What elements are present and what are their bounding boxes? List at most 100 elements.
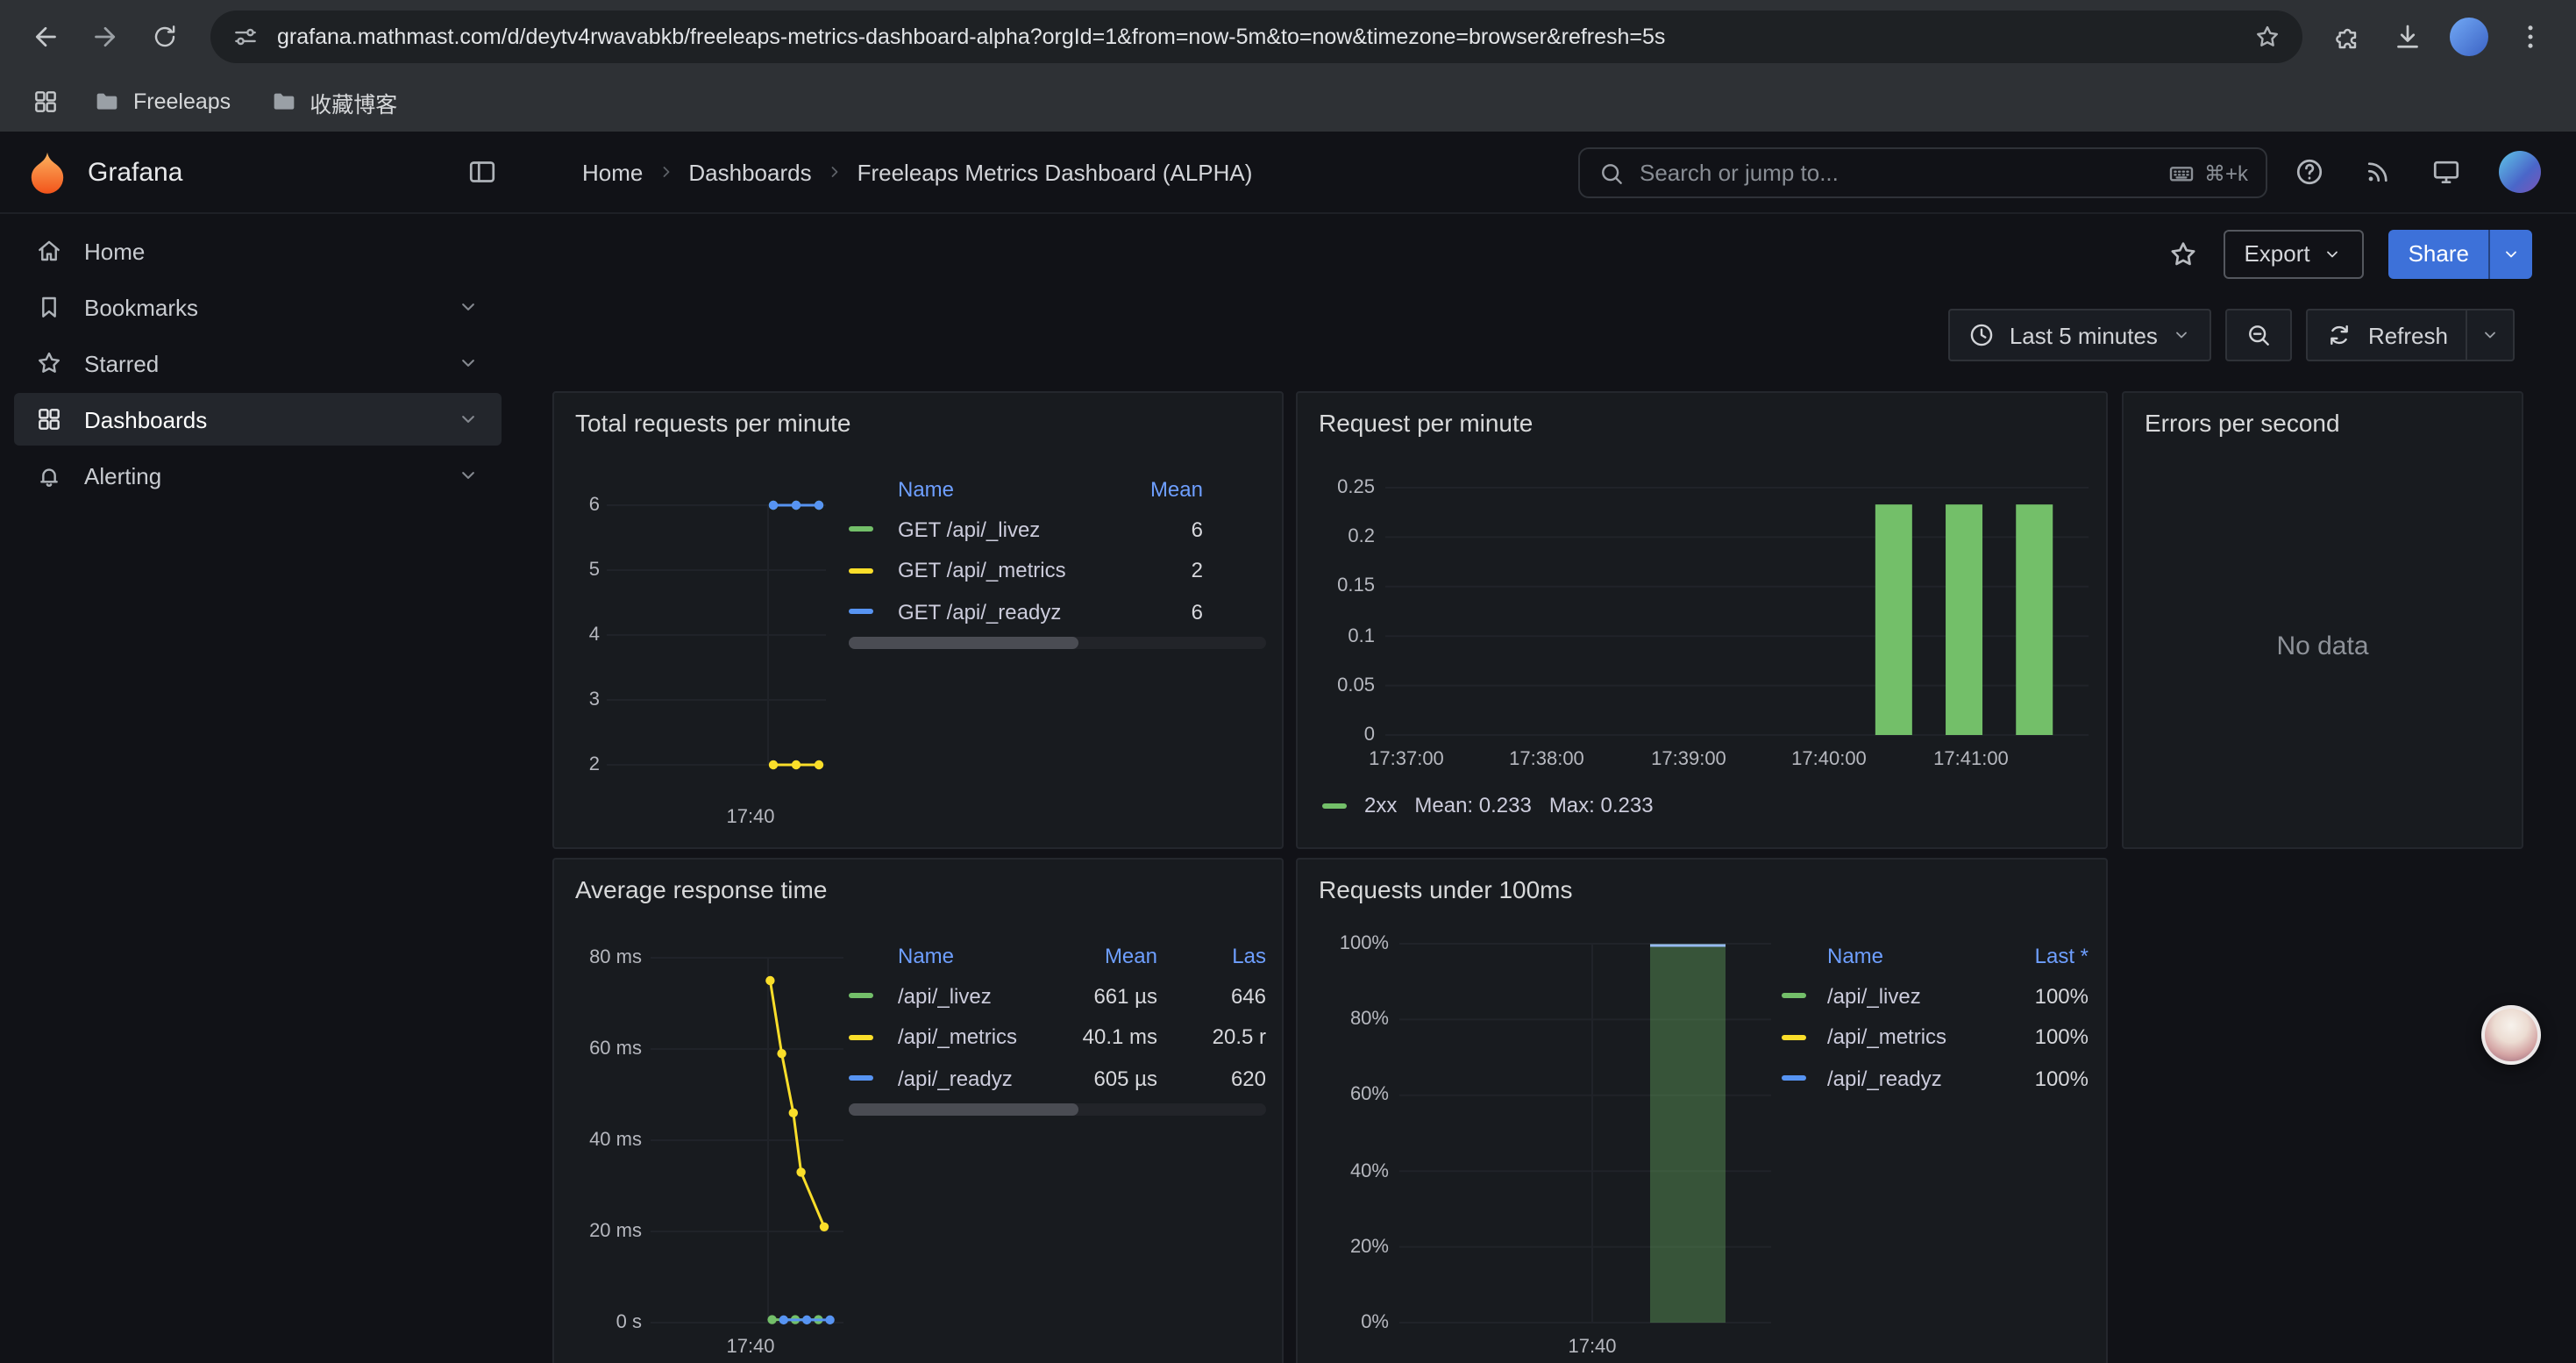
browser-toolbar: grafana.mathmast.com/d/deytv4rwavabkb/fr… [0,0,2576,72]
news-rss-icon[interactable] [2362,156,2394,188]
time-controls: Last 5 minutes Refresh [1948,309,2515,361]
legend-series-name[interactable]: GET /api/_metrics [898,559,1091,583]
search-shortcut: ⌘+k [2167,159,2248,187]
bookmark-star-icon[interactable] [2253,22,2281,50]
url-text[interactable]: grafana.mathmast.com/d/deytv4rwavabkb/fr… [277,24,2236,48]
sidebar-brand-row: Grafana [0,132,523,214]
extensions-button[interactable] [2320,8,2376,64]
puzzle-icon [2334,22,2362,50]
search-bar[interactable]: ⌘+k [1578,147,2267,198]
share-dropdown-button[interactable] [2488,229,2532,278]
chevron-right-icon [824,161,845,182]
floating-avatar[interactable] [2481,1005,2541,1065]
browser-profile-avatar[interactable] [2450,17,2488,55]
time-range-picker[interactable]: Last 5 minutes [1948,309,2212,361]
dashboard-actions: Export Share [523,214,2576,293]
zoom-out-button[interactable] [2226,309,2293,361]
legend-series-last: 646 [1168,984,1266,1009]
legend-header-mean[interactable]: Mean [1101,477,1203,502]
chevron-down-icon[interactable] [456,463,480,488]
y-tick: 100% [1298,933,1389,954]
url-bar[interactable]: grafana.mathmast.com/d/deytv4rwavabkb/fr… [210,10,2302,62]
reload-button[interactable] [137,8,193,64]
scrollbar-thumb[interactable] [849,1103,1078,1116]
x-tick: 17:40 [708,807,793,828]
sidebar-item-home[interactable]: Home [14,225,502,277]
kiosk-monitor-icon[interactable] [2430,156,2462,188]
home-icon [35,237,63,265]
breadcrumb-dashboards[interactable]: Dashboards [688,159,811,185]
legend-series-name[interactable]: 2xx [1364,793,1397,817]
y-tick: 40 ms [554,1130,642,1151]
panel-errors-per-second: Errors per second No data [2122,391,2523,849]
scrollbar-thumb[interactable] [849,637,1078,649]
legend-series-name[interactable]: GET /api/_livez [898,517,1091,542]
series-color-dash [849,610,873,615]
grafana-logo[interactable] [25,149,70,195]
legend-series-mean: 661 µs [1052,984,1157,1009]
legend-table: Name Mean GET /api/_livez 6 GET [849,470,1266,632]
legend-header-last[interactable]: Las [1168,944,1266,968]
user-avatar[interactable] [2499,151,2541,193]
legend-series-name[interactable]: /api/_readyz [1827,1067,1987,1091]
legend-header-last[interactable]: Last * [1997,944,2089,968]
bookmark-item-freeleaps[interactable]: Freeleaps [77,81,246,123]
legend-header-name[interactable]: Name [898,944,1042,968]
chevron-down-icon [2323,243,2344,264]
bookmark-item-blogs[interactable]: 收藏博客 [253,78,413,125]
brand-title[interactable]: Grafana [88,157,182,187]
legend-series-name[interactable]: /api/_metrics [1827,1025,1987,1050]
legend-series-mean: 605 µs [1052,1067,1157,1091]
chevron-down-icon[interactable] [456,295,480,319]
share-split-button: Share [2389,229,2532,278]
legend-header-name[interactable]: Name [898,477,1091,502]
sidebar-item-dashboards[interactable]: Dashboards [14,393,502,446]
breadcrumb-home[interactable]: Home [582,159,643,185]
y-tick: 0.1 [1298,626,1375,647]
share-button[interactable]: Share [2389,229,2488,278]
star-icon [35,349,63,377]
legend-series-name[interactable]: GET /api/_readyz [898,600,1091,624]
refresh-interval-dropdown[interactable] [2466,309,2515,361]
legend-series-mean: 6 [1101,517,1203,542]
bookmark-label: 收藏博客 [310,85,397,118]
bookmark-icon [35,293,63,321]
sidebar-toggle-icon[interactable] [466,156,498,188]
browser-menu-button[interactable] [2502,8,2558,64]
forward-button[interactable] [77,8,133,64]
help-icon[interactable] [2294,156,2325,188]
downloads-button[interactable] [2380,8,2436,64]
legend-row: GET /api/_readyz 6 [849,591,1266,632]
site-info-icon[interactable] [231,22,260,50]
refresh-button[interactable]: Refresh [2307,309,2466,361]
legend-series-last: 100% [1997,1025,2089,1050]
keyboard-icon [2167,159,2195,187]
legend-scrollbar[interactable] [849,1103,1266,1116]
legend-series-mean: 40.1 ms [1052,1025,1157,1050]
legend-series-name[interactable]: /api/_metrics [898,1025,1042,1050]
legend-series-name[interactable]: /api/_livez [898,984,1042,1009]
export-button[interactable]: Export [2223,229,2364,278]
panel-title[interactable]: Errors per second [2145,409,2340,437]
chevron-down-icon[interactable] [456,407,480,432]
apps-button[interactable] [21,77,70,126]
sidebar-item-alerting[interactable]: Alerting [14,449,502,502]
favorite-star-icon[interactable] [2167,238,2198,269]
legend-series-name[interactable]: /api/_livez [1827,984,1987,1009]
search-input[interactable] [1640,160,2153,186]
y-tick: 0% [1298,1312,1389,1333]
chevron-down-icon[interactable] [456,351,480,375]
y-tick: 4 [554,624,600,646]
sidebar-item-starred[interactable]: Starred [14,337,502,389]
legend-row: /api/_metrics 40.1 ms 20.5 r [849,1017,1266,1058]
chevron-down-icon [2480,325,2501,346]
bell-icon [35,461,63,489]
legend-row: /api/_readyz 100% [1782,1058,2089,1099]
back-button[interactable] [18,8,74,64]
legend-scrollbar[interactable] [849,637,1266,649]
legend-header-mean[interactable]: Mean [1052,944,1157,968]
sidebar-item-bookmarks[interactable]: Bookmarks [14,281,502,333]
forward-icon [89,20,121,52]
legend-header-name[interactable]: Name [1827,944,1987,968]
legend-series-name[interactable]: /api/_readyz [898,1067,1042,1091]
